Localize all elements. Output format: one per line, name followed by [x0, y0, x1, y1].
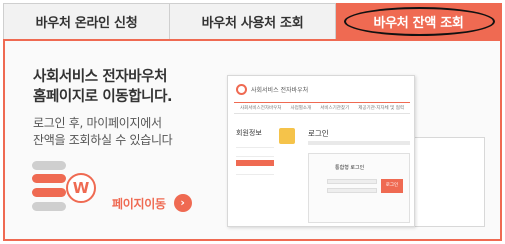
preview-site-name: 사회서비스 전자바우처	[251, 87, 309, 94]
logo-letter: W	[66, 173, 96, 203]
panel-desc-line1: 로그인 후, 마이페이지에서	[33, 116, 162, 130]
site-logo-icon	[236, 84, 247, 95]
preview-login-title: 로그인	[308, 129, 329, 138]
tab-online-apply[interactable]: 바우처 온라인 신청	[3, 3, 170, 39]
preview-sidebar: 회원정보	[236, 128, 274, 175]
tab-bar: 바우처 온라인 신청 바우처 사용처 조회 바우처 잔액 조회	[3, 3, 502, 39]
preview-login-box: 통합형 로그인 로그인	[308, 153, 410, 223]
page-move-button[interactable]: 페이지이동 ›	[112, 194, 192, 212]
tab-label: 바우처 잔액 조회	[373, 16, 464, 31]
voucher-logo-icon: W	[32, 161, 102, 221]
preview-nav-item: 제공기관·지자체 및 협력	[358, 106, 404, 111]
tab-balance-lookup[interactable]: 바우처 잔액 조회	[336, 3, 502, 39]
tab-label: 바우처 온라인 신청	[35, 16, 138, 31]
preview-nav-item: 서비스기관찾기	[320, 106, 350, 111]
tab-usage-lookup[interactable]: 바우처 사용처 조회	[170, 3, 336, 39]
member-icon	[279, 128, 295, 144]
preview-site-logo: 사회서비스 전자바우처	[236, 84, 308, 95]
chevron-right-icon: ›	[173, 194, 192, 212]
preview-login-subtext	[308, 141, 410, 145]
preview-nav: 사회서비스전자바우처 사업별소개 서비스기관찾기 제공기관·지자체 및 협력	[234, 102, 410, 114]
panel-title-line2: 홈페이지로 이동합니다.	[33, 89, 173, 105]
panel-desc-line2: 잔액을 조회하실 수 있습니다	[33, 133, 173, 147]
preview-nav-item: 사회서비스전자바우처	[240, 106, 282, 111]
website-preview-image: 사회서비스 전자바우처 사회서비스전자바우처 사업별소개 서비스기관찾기 제공기…	[225, 71, 487, 231]
content-panel: 사회서비스 전자바우처 홈페이지로 이동합니다. 로그인 후, 마이페이지에서 …	[3, 39, 502, 241]
preview-login-box-title: 통합형 로그인	[335, 165, 365, 171]
preview-nav-item: 사업별소개	[290, 106, 312, 111]
preview-front-page: 사회서비스 전자바우처 사회서비스전자바우처 사업별소개 서비스기관찾기 제공기…	[227, 75, 415, 227]
panel-title-line1: 사회서비스 전자바우처	[33, 69, 168, 85]
tab-label: 바우처 사용처 조회	[201, 16, 304, 31]
page-move-label: 페이지이동	[112, 196, 166, 211]
preview-login-button: 로그인	[381, 179, 403, 193]
preview-side-title: 회원정보	[236, 129, 262, 137]
